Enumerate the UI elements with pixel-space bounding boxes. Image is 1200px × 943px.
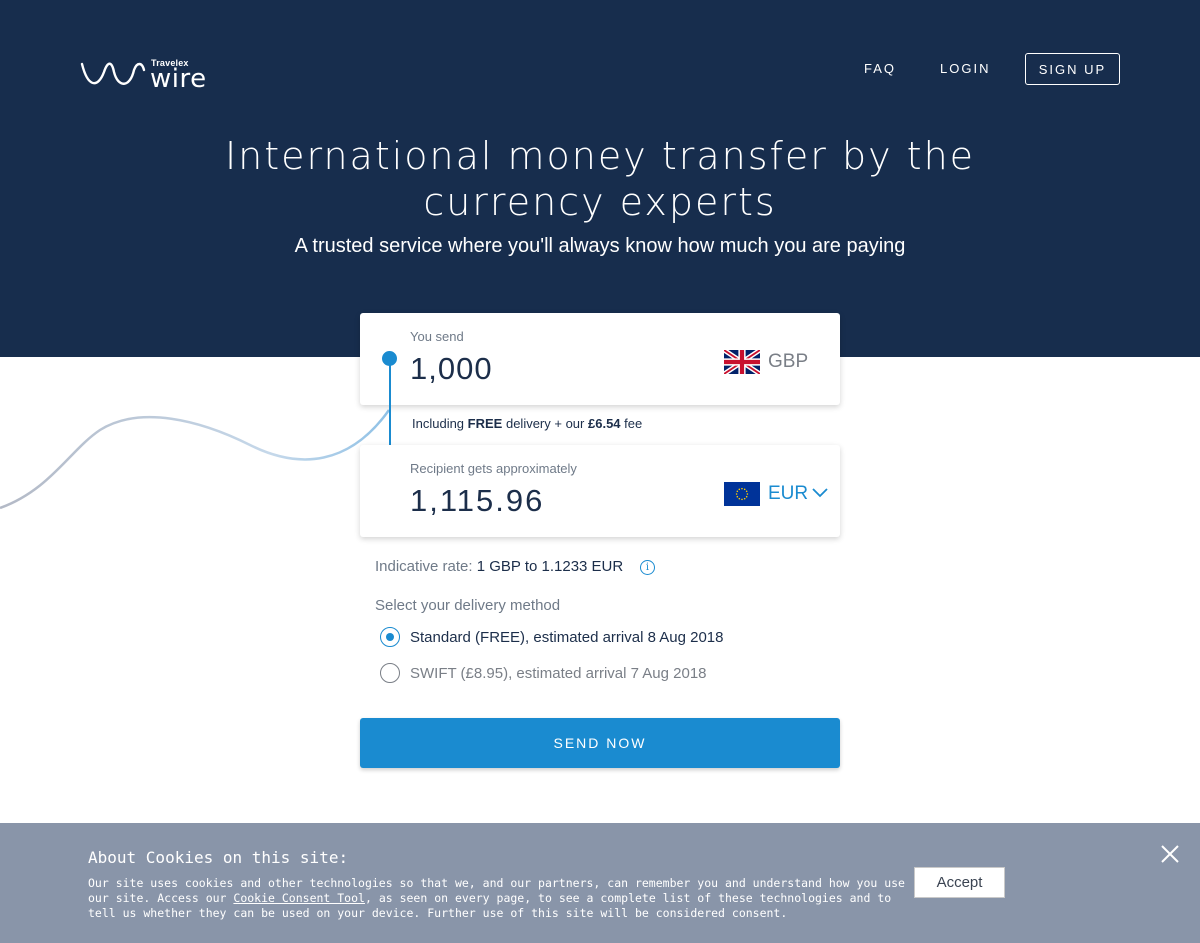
cookie-title: About Cookies on this site: xyxy=(88,848,349,867)
rate-value: 1 GBP to 1.1233 EUR xyxy=(476,558,624,575)
hero-subhead: A trusted service where you'll always kn… xyxy=(294,235,906,257)
send-now-button[interactable]: SEND NOW xyxy=(360,718,840,768)
receive-currency-select[interactable]: EUR xyxy=(768,483,808,505)
indicative-rate: Indicative rate: 1 GBP to 1.1233 EUR xyxy=(375,558,623,575)
receive-label: Recipient gets approximately xyxy=(410,461,577,476)
cookie-text: Our site uses cookies and other technolo… xyxy=(88,876,913,921)
send-track-dot xyxy=(382,351,397,366)
cookie-banner: About Cookies on this site: Our site use… xyxy=(0,823,1200,943)
receive-amount-input[interactable]: 1,115.96 xyxy=(410,483,544,519)
nav-login-link[interactable]: LOGIN xyxy=(940,61,990,76)
info-icon[interactable]: i xyxy=(640,560,655,575)
delivery-method-title: Select your delivery method xyxy=(375,597,561,614)
fee-prefix: Including xyxy=(412,416,465,431)
fee-summary: Including FREE delivery + our £6.54 fee xyxy=(412,416,642,431)
send-amount-card: You send 1,000 GBP xyxy=(360,313,840,405)
logo-wordmark: wire xyxy=(150,64,207,94)
headline-line-2: currency experts xyxy=(423,180,777,224)
delivery-standard-label[interactable]: Standard (FREE), estimated arrival 8 Aug… xyxy=(410,629,724,646)
delivery-standard-radio[interactable] xyxy=(380,627,400,647)
delivery-swift-radio[interactable] xyxy=(380,663,400,683)
fee-amount: £6.54 xyxy=(588,416,621,431)
wave-logo-icon xyxy=(80,62,146,85)
send-label: You send xyxy=(410,329,464,344)
eu-flag-icon xyxy=(724,482,760,506)
receive-amount-card: Recipient gets approximately 1,115.96 EU… xyxy=(360,445,840,537)
fee-suffix: fee xyxy=(624,416,643,431)
fee-middle: delivery + our xyxy=(505,416,585,431)
cookie-accept-button[interactable]: Accept xyxy=(914,867,1005,898)
headline-line-1: International money transfer by the xyxy=(224,134,976,178)
decorative-wave-line xyxy=(0,409,390,510)
chevron-down-icon[interactable] xyxy=(812,488,828,498)
fee-free: FREE xyxy=(467,416,503,431)
cookie-consent-tool-link[interactable]: Cookie Consent Tool xyxy=(233,891,365,905)
delivery-swift-label[interactable]: SWIFT (£8.95), estimated arrival 7 Aug 2… xyxy=(410,665,707,682)
close-icon[interactable] xyxy=(1160,844,1180,864)
signup-button[interactable]: SIGN UP xyxy=(1025,53,1120,85)
travelex-wire-logo[interactable]: Travelex wire xyxy=(80,56,220,94)
uk-flag-icon xyxy=(724,350,760,374)
hero-headline: International money transfer by the curr… xyxy=(200,133,1000,225)
send-currency-label: GBP xyxy=(768,351,809,372)
rate-label: Indicative rate: xyxy=(375,558,473,575)
send-amount-input[interactable]: 1,000 xyxy=(410,351,493,387)
nav-faq-link[interactable]: FAQ xyxy=(864,61,896,76)
